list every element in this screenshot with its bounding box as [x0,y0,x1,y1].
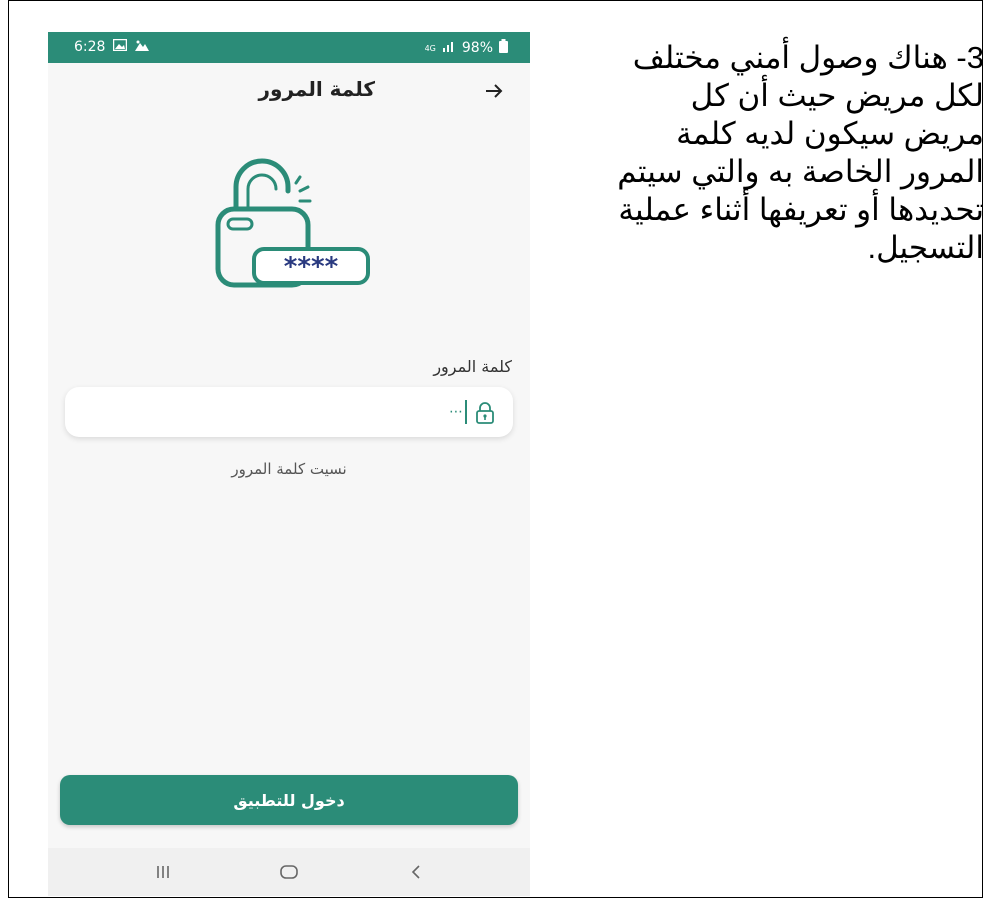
gallery-icon [113,38,128,55]
description-line: تحديدها أو تعريفها أثناء عملية [618,192,984,227]
ellipsis-icon: ⋯ [449,404,463,420]
status-bar: 6:28 4G 98% [48,32,530,63]
password-field[interactable]: ⋯ [65,387,513,437]
home-button[interactable] [269,858,309,886]
description-line: 3- هناك وصول أمني مختلف [632,40,984,75]
lock-icon [476,402,494,424]
document-frame: 6:28 4G 98% كلمة المرور **** كلمة المرور… [8,0,984,898]
password-label: كلمة المرور [433,357,512,376]
cursor-bar [465,400,467,424]
text-cursor: ⋯ [449,399,467,425]
password-input[interactable] [83,395,427,431]
status-time: 6:28 [74,39,106,55]
android-nav-bar [48,848,530,896]
mask-text: **** [284,252,339,282]
arrow-right-icon [486,84,503,98]
app-bar: كلمة المرور [48,63,530,119]
battery-icon [499,39,508,57]
description-line: المرور الخاصة به والتي سيتم [617,154,984,189]
network-type-icon: 4G [424,43,436,53]
forgot-password-link[interactable]: نسيت كلمة المرور [48,460,530,478]
chevron-left-icon [411,865,420,879]
description-text: 3- هناك وصول أمني مختلف لكل مريض حيث أن … [564,39,984,267]
nav-back-button[interactable] [396,858,436,886]
back-button[interactable] [478,75,510,107]
padlock-illustration-icon: **** [215,158,370,288]
home-icon [280,865,298,879]
page-title: كلمة المرور [258,77,375,101]
description-line: مريض سيكون لديه كلمة [676,116,984,151]
recent-apps-button[interactable] [143,858,183,886]
signal-icon [442,40,456,56]
description-line: التسجيل. [867,230,984,265]
description-line: لكل مريض حيث أن كل [690,78,984,113]
photo-icon [135,39,150,55]
login-button[interactable]: دخول للتطبيق [60,775,518,825]
recent-apps-icon [157,866,169,878]
phone-screen: 6:28 4G 98% كلمة المرور **** كلمة المرور… [48,32,530,896]
battery-percent: 98% [461,40,493,56]
